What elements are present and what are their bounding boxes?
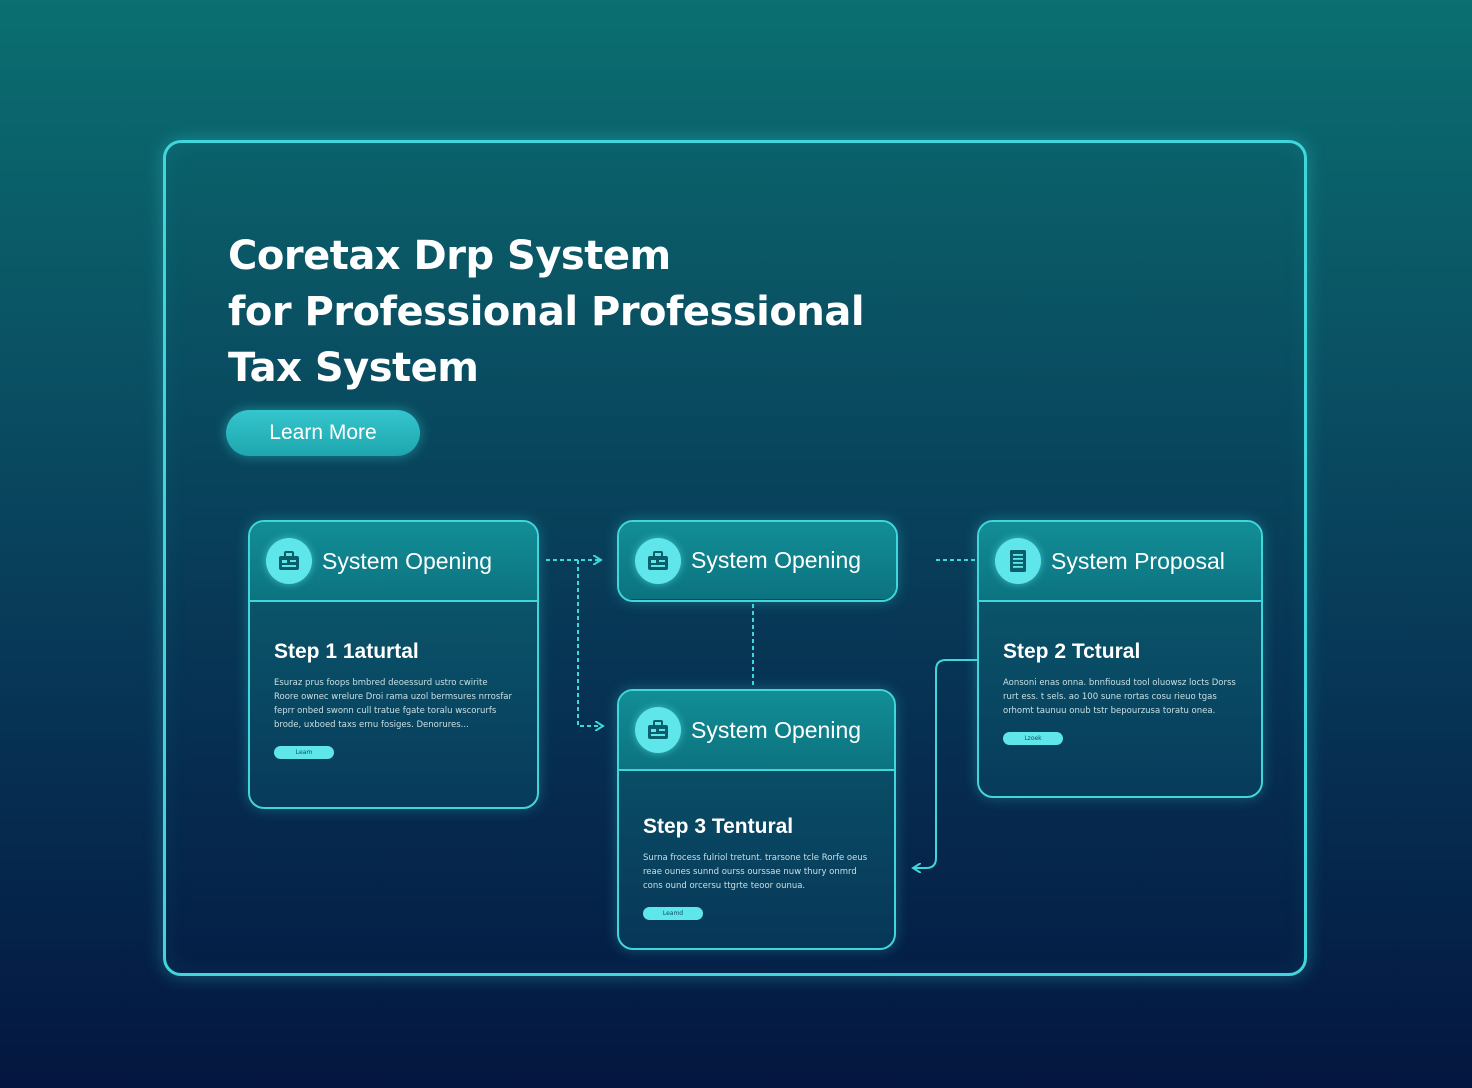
briefcase-icon — [635, 707, 681, 753]
step-card-3-header: System Opening — [619, 691, 894, 771]
hero-title-line-1: Coretax Drp System — [228, 233, 671, 279]
step-card-4-button[interactable]: Lzoek — [1003, 732, 1063, 745]
step-card-4-header: System Proposal — [979, 522, 1261, 602]
step-card-3-button[interactable]: Leamd — [643, 907, 703, 920]
step-card-4-description: Aonsoni enas onna. bnnfiousd tool oluows… — [1003, 678, 1236, 716]
hero-title: Coretax Drp System for Professional Prof… — [228, 228, 868, 396]
learn-more-button[interactable]: Learn More — [226, 410, 420, 456]
step-card-4-title: System Proposal — [1051, 547, 1225, 574]
step-card-1-description: Esuraz prus foops bmbred deoessurd ustro… — [274, 678, 513, 730]
step-card-1: System Opening Step 1 1aturtal Esuraz pr… — [248, 520, 539, 809]
hero-title-line-3: Tax System — [228, 345, 479, 391]
step-card-1-title: System Opening — [322, 547, 493, 574]
step-card-3-body: Step 3 Tentural Surna frocess fulriol tr… — [619, 771, 894, 920]
step-card-3: System Opening Step 3 Tentural Surna fro… — [617, 689, 896, 950]
step-card-4-body: Step 2 Tctural Aonsoni enas onna. bnnfio… — [979, 602, 1261, 745]
step-card-3-step-title: Step 3 Tentural — [643, 815, 794, 838]
step-card-1-step-title: Step 1 1aturtal — [274, 640, 419, 663]
document-icon — [995, 538, 1041, 584]
step-card-2-header: System Opening — [619, 522, 896, 599]
step-card-3-title: System Opening — [691, 716, 862, 743]
briefcase-icon — [635, 537, 681, 584]
hero-title-line-2: for Professional Professional — [228, 289, 865, 335]
step-card-3-description: Surna frocess fulriol tretunt. trarsone … — [643, 853, 868, 891]
step-card-2[interactable]: System Opening — [617, 520, 898, 602]
step-card-1-button[interactable]: Leam — [274, 746, 334, 759]
step-card-1-header: System Opening — [250, 522, 537, 602]
step-card-4-step-title: Step 2 Tctural — [1003, 640, 1141, 663]
step-card-4: System Proposal Step 2 Tctural Aonsoni e… — [977, 520, 1263, 798]
briefcase-icon — [266, 538, 312, 584]
step-card-2-title: System Opening — [691, 547, 862, 573]
step-card-1-body: Step 1 1aturtal Esuraz prus foops bmbred… — [250, 602, 537, 759]
